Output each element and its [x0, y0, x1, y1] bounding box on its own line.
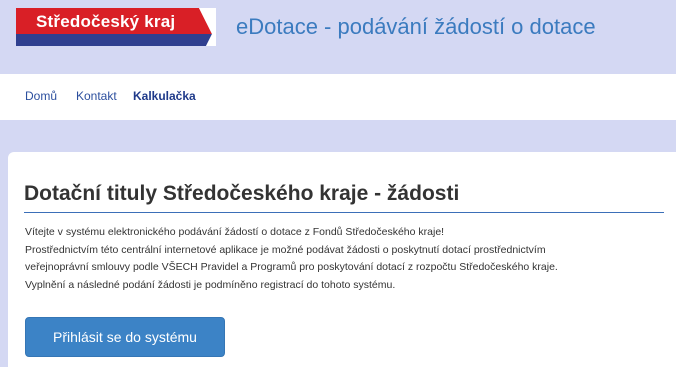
header: Středočeský kraj eDotace - podávání žádo… [0, 0, 676, 60]
app-title: eDotace - podávání žádostí o dotace [236, 14, 596, 39]
intro-text: Vítejte v systému elektronického podáván… [25, 224, 665, 294]
login-button[interactable]: Přihlásit se do systému [25, 317, 225, 357]
intro-line: Vítejte v systému elektronického podáván… [25, 226, 445, 238]
intro-line: Vyplnění a následné podání žádosti je po… [25, 278, 396, 291]
intro-line: Prostřednictvím této centrální interneto… [25, 243, 546, 256]
nav-item-kontakt[interactable]: Kontakt [76, 89, 117, 103]
nav-item-domu[interactable]: Domů [25, 89, 57, 103]
page-title: Dotační tituly Středočeského kraje - žád… [24, 182, 664, 213]
intro-line: veřejnoprávní smlouvy podle VŠECH Pravid… [25, 261, 558, 273]
logo-stredocesky-kraj[interactable]: Středočeský kraj [16, 8, 216, 46]
nav-item-kalkulacka[interactable]: Kalkulačka [133, 89, 196, 103]
content-panel: Dotační tituly Středočeského kraje - žád… [8, 152, 676, 367]
main-nav: Domů Kontakt Kalkulačka [0, 74, 676, 120]
logo-text: Středočeský kraj [36, 12, 176, 31]
